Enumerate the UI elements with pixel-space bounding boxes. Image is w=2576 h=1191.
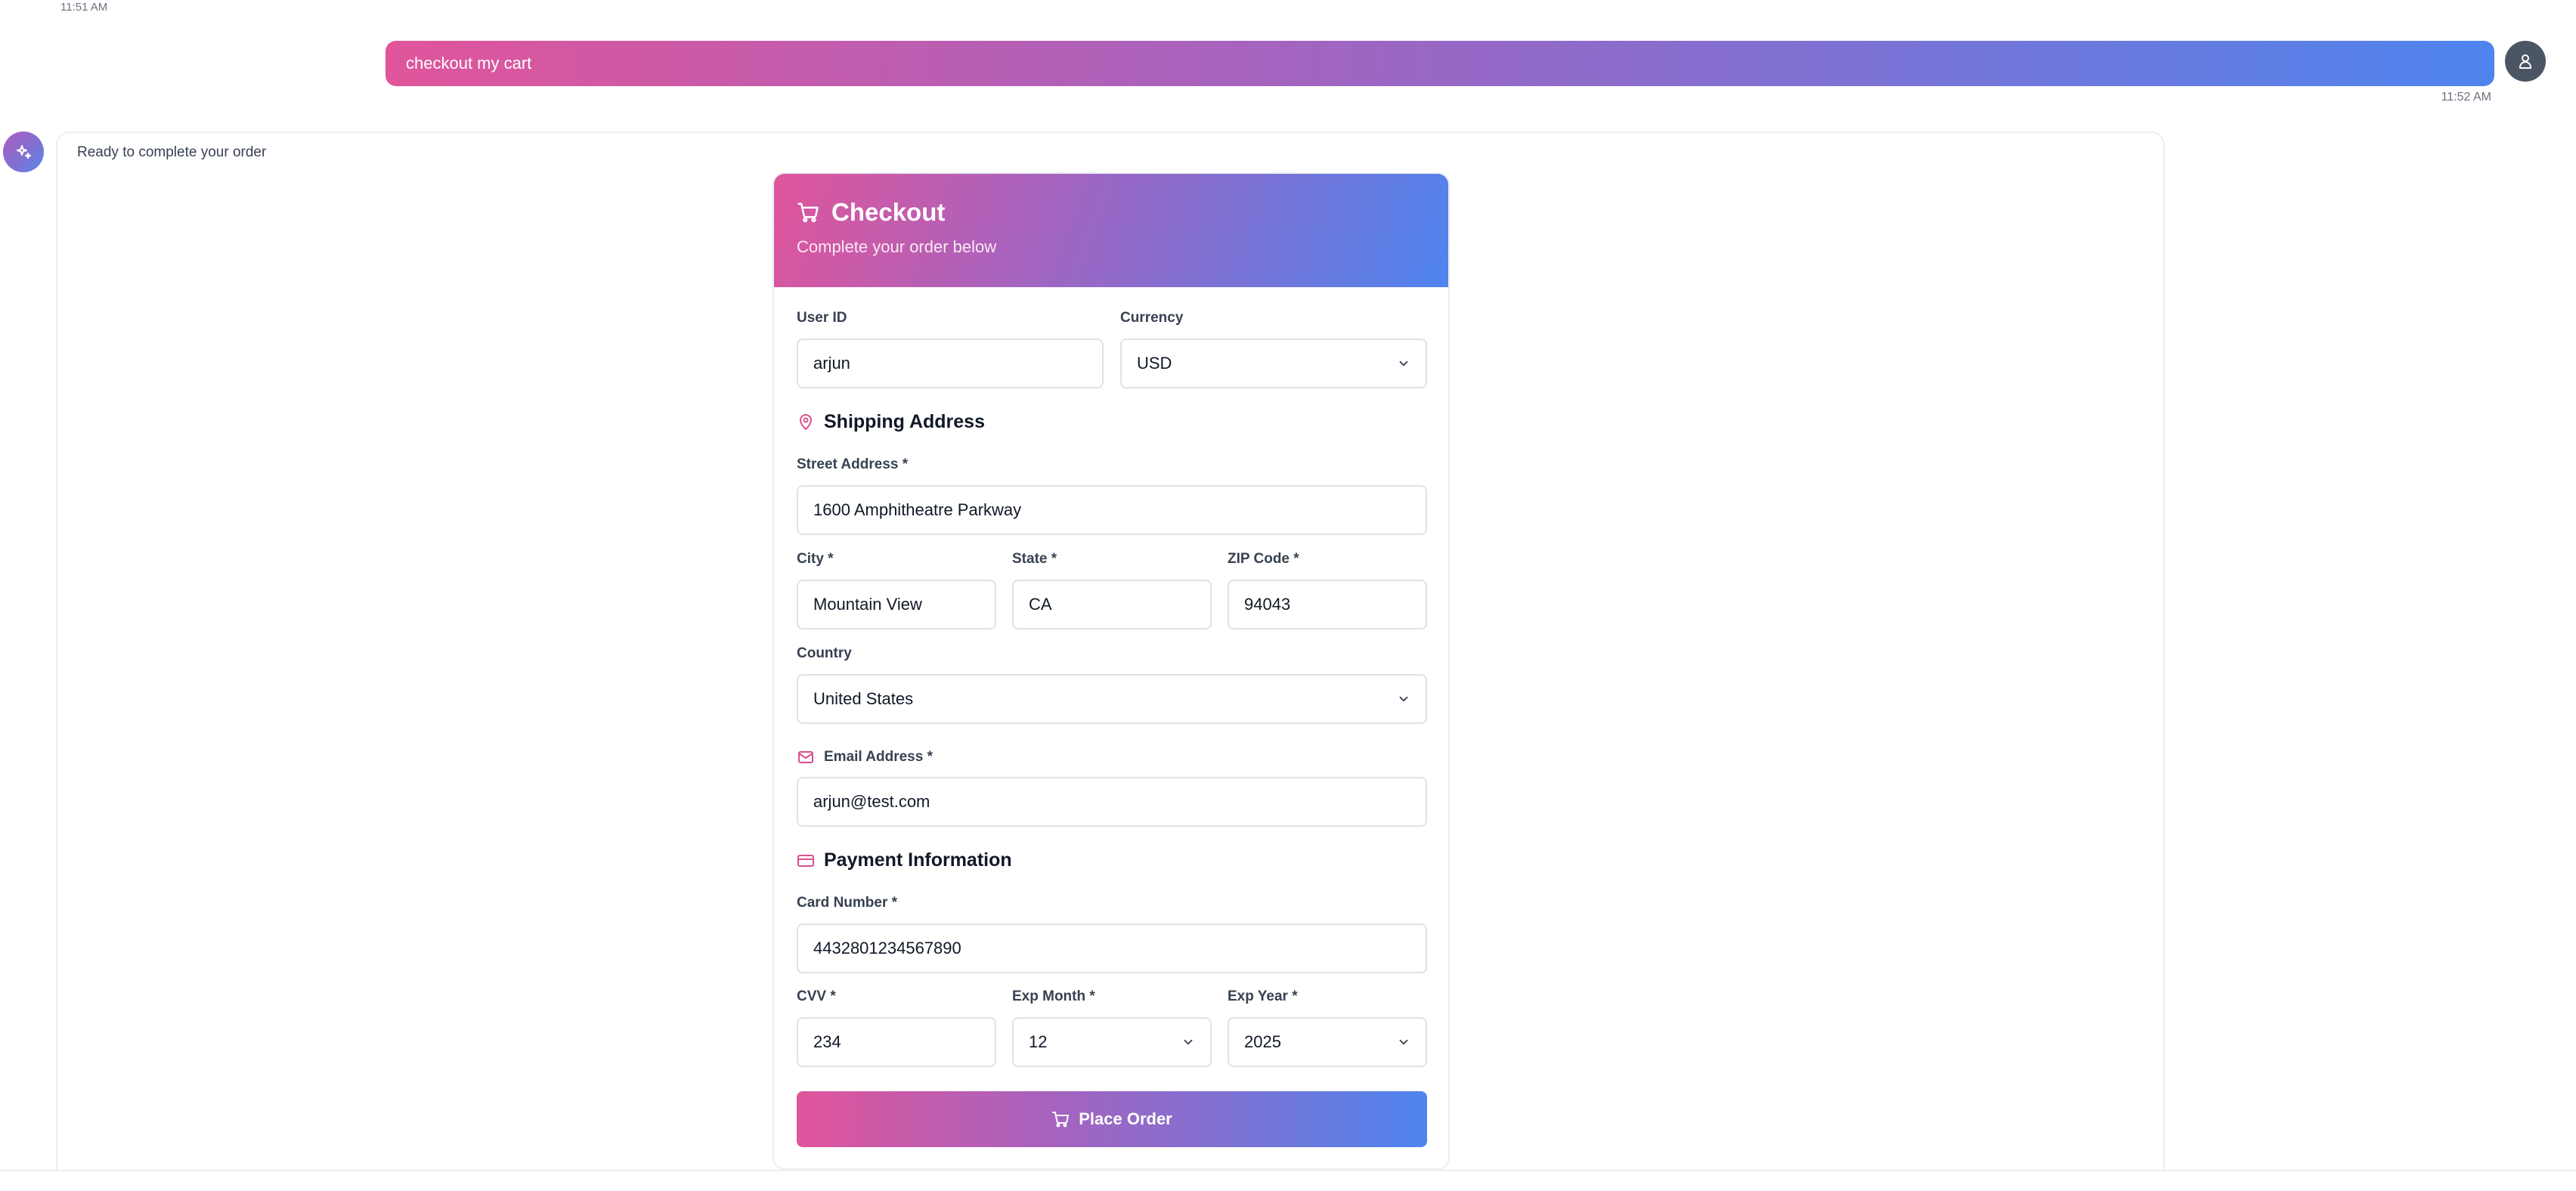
email-input[interactable]: arjun@test.com	[797, 777, 1427, 827]
user-avatar	[2505, 41, 2546, 82]
user-id-input[interactable]: arjun	[797, 339, 1104, 388]
shopping-cart-icon	[1052, 1112, 1070, 1128]
exp-month-label: Exp Month *	[1012, 988, 1095, 1004]
user-message-bubble: checkout my cart	[385, 41, 2494, 86]
zip-value: 94043	[1244, 595, 1291, 614]
user-id-label: User ID	[797, 310, 847, 326]
cvv-input[interactable]: 234	[797, 1017, 996, 1067]
assistant-avatar	[3, 131, 44, 172]
place-order-button[interactable]: Place Order	[797, 1091, 1427, 1147]
chat-input-edge	[0, 1170, 2576, 1191]
checkout-subtitle: Complete your order below	[797, 237, 997, 256]
country-label: Country	[797, 645, 852, 661]
shipping-section-title: Shipping Address	[797, 411, 985, 433]
sparkle-icon	[17, 145, 31, 159]
chevron-down-icon	[1399, 1039, 1408, 1045]
mail-icon	[798, 751, 813, 763]
user-message-timestamp: 11:52 AM	[2441, 91, 2491, 104]
email-label-row: Email Address *	[797, 748, 933, 766]
assistant-message-text: Ready to complete your order	[77, 144, 267, 160]
exp-month-value: 12	[1029, 1032, 1048, 1051]
page-title: Checkout	[831, 198, 946, 226]
zip-input[interactable]: 94043	[1228, 580, 1427, 630]
card-number-value: 4432801234567890	[813, 939, 961, 957]
street-input[interactable]: 1600 Amphitheatre Parkway	[797, 485, 1427, 535]
email-label: Email Address *	[824, 749, 933, 765]
cvv-label: CVV *	[797, 988, 836, 1004]
message-timestamp: 11:51 AM	[60, 1, 108, 14]
city-input[interactable]: Mountain View	[797, 580, 996, 630]
card-number-input[interactable]: 4432801234567890	[797, 923, 1427, 973]
checkout-header: Checkout Complete your order below	[774, 174, 1448, 287]
cvv-value: 234	[813, 1032, 841, 1051]
user-icon	[2519, 54, 2531, 69]
checkout-card: Checkout Complete your order below User …	[772, 172, 1450, 1170]
chevron-down-icon	[1399, 360, 1408, 367]
country-select[interactable]: United States	[797, 674, 1427, 724]
payment-title-text: Payment Information	[824, 849, 1012, 871]
email-value: arjun@test.com	[813, 792, 930, 811]
city-label: City *	[797, 551, 834, 567]
state-label: State *	[1012, 551, 1057, 567]
street-value: 1600 Amphitheatre Parkway	[813, 500, 1022, 519]
chevron-down-icon	[1184, 1039, 1193, 1045]
chevron-down-icon	[1399, 696, 1408, 702]
payment-section-title: Payment Information	[797, 849, 1012, 871]
city-value: Mountain View	[813, 595, 922, 614]
credit-card-icon	[797, 854, 814, 867]
zip-label: ZIP Code *	[1228, 551, 1299, 567]
street-label: Street Address *	[797, 456, 909, 472]
currency-label: Currency	[1120, 310, 1184, 326]
state-input[interactable]: CA	[1012, 580, 1212, 630]
currency-value: USD	[1137, 354, 1172, 373]
shipping-title-text: Shipping Address	[824, 411, 985, 432]
currency-select[interactable]: USD	[1120, 339, 1427, 388]
exp-year-select[interactable]: 2025	[1228, 1017, 1427, 1067]
country-value: United States	[813, 689, 914, 708]
place-order-label: Place Order	[1079, 1109, 1172, 1128]
map-pin-icon	[800, 413, 812, 430]
exp-month-select[interactable]: 12	[1012, 1017, 1212, 1067]
state-value: CA	[1029, 595, 1052, 614]
card-number-label: Card Number *	[797, 895, 898, 911]
checkout-title-row: Checkout	[797, 198, 1426, 227]
exp-year-value: 2025	[1244, 1032, 1281, 1051]
shopping-cart-icon	[797, 203, 819, 223]
user-message-text: checkout my cart	[406, 54, 532, 73]
exp-year-label: Exp Year *	[1228, 988, 1298, 1004]
user-id-value: arjun	[813, 354, 850, 373]
